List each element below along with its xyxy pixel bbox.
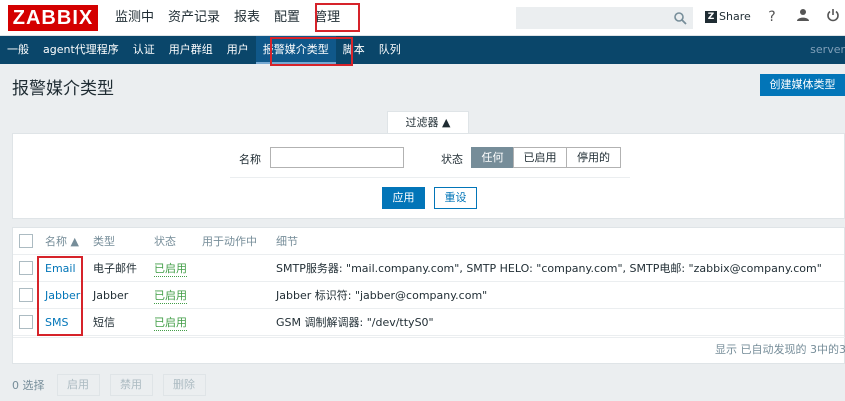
main-nav-inventory[interactable]: 资产记录	[161, 0, 227, 36]
column-name-sort[interactable]: 名称 ▲	[45, 228, 79, 255]
sub-nav-proxies[interactable]: agent代理程序	[36, 36, 126, 64]
table-row: Email 电子邮件 已启用 SMTP服务器: "mail.company.co…	[13, 255, 844, 282]
search-input[interactable]	[517, 8, 667, 28]
search-icon[interactable]	[673, 11, 687, 25]
user-profile-icon[interactable]	[794, 8, 812, 26]
sub-nav-user-groups[interactable]: 用户群组	[162, 36, 220, 64]
filter-name-label: 名称	[239, 153, 261, 166]
status-toggle-link[interactable]: 已启用	[154, 289, 187, 304]
select-all-checkbox[interactable]	[19, 234, 33, 248]
sub-nav-scripts[interactable]: 脚本	[336, 36, 372, 64]
sub-nav-users[interactable]: 用户	[220, 36, 256, 64]
main-nav-reports[interactable]: 报表	[227, 0, 267, 36]
column-used-in-actions: 用于动作中	[202, 235, 257, 248]
search-box	[516, 7, 693, 29]
filter-tab[interactable]: 过滤器 ▲	[387, 111, 469, 134]
result-count: 显示 已自动发现的 3中的3	[715, 343, 845, 356]
main-nav-administration[interactable]: 管理	[307, 0, 347, 36]
mass-delete-button[interactable]: 删除	[162, 374, 206, 396]
table-row: Jabber Jabber 已启用 Jabber 标识符: "jabber@co…	[13, 282, 844, 309]
sub-nav-general[interactable]: 一般	[0, 36, 36, 64]
sub-nav: 一般 agent代理程序 认证 用户群组 用户 报警媒介类型 脚本 队列	[0, 36, 845, 64]
sign-out-icon[interactable]	[824, 8, 842, 26]
help-icon[interactable]: ?	[763, 8, 781, 26]
media-type-name-link[interactable]: SMS	[45, 309, 68, 336]
media-type-type: 电子邮件	[93, 262, 137, 275]
table-row: SMS 短信 已启用 GSM 调制解调器: "/dev/ttyS0"	[13, 309, 844, 336]
status-option-any[interactable]: 任何	[471, 147, 514, 168]
table-header: 名称 ▲ 类型 状态 用于动作中 细节	[13, 228, 844, 255]
main-nav-monitoring[interactable]: 监测中	[108, 0, 161, 36]
filter-divider	[230, 177, 630, 178]
media-types-table: 名称 ▲ 类型 状态 用于动作中 细节 Email 电子邮件 已启用 SMTP服…	[12, 227, 845, 364]
column-type-sort[interactable]: 类型	[93, 228, 115, 255]
main-nav: 监测中 资产记录 报表 配置 管理	[108, 0, 347, 36]
table-footer: 显示 已自动发现的 3中的3	[13, 337, 845, 361]
top-bar: ZABBIX 监测中 资产记录 报表 配置 管理 Z Share ?	[0, 0, 845, 36]
media-type-name-link[interactable]: Email	[45, 255, 76, 282]
status-cell: 已启用	[154, 255, 187, 282]
filter-name-input[interactable]	[270, 147, 404, 168]
status-cell: 已启用	[154, 309, 187, 336]
filter-panel: 名称 状态 任何 已启用 停用的 应用 重设	[12, 133, 845, 219]
column-details: 细节	[276, 235, 298, 248]
sub-nav-media-types[interactable]: 报警媒介类型	[255, 36, 336, 64]
share-label: Share	[719, 10, 751, 23]
mass-actions: 0 选择 启用 禁用 删除	[12, 374, 216, 396]
server-name: server	[810, 43, 845, 56]
status-option-disabled[interactable]: 停用的	[566, 147, 621, 168]
zabbix-logo[interactable]: ZABBIX	[8, 5, 98, 31]
selected-count: 0 选择	[12, 379, 45, 392]
media-type-details: Jabber 标识符: "jabber@company.com"	[276, 289, 488, 302]
mass-enable-button[interactable]: 启用	[56, 374, 100, 396]
sub-nav-queue[interactable]: 队列	[372, 36, 408, 64]
status-toggle-link[interactable]: 已启用	[154, 316, 187, 331]
page-header: 报警媒介类型	[0, 64, 845, 106]
power-icon	[827, 9, 839, 22]
status-option-enabled[interactable]: 已启用	[513, 147, 567, 168]
filter-status-label: 状态	[441, 153, 463, 166]
media-type-type: 短信	[93, 316, 115, 329]
row-checkbox[interactable]	[19, 288, 33, 302]
media-type-details: GSM 调制解调器: "/dev/ttyS0"	[276, 316, 434, 329]
row-checkbox[interactable]	[19, 315, 33, 329]
row-checkbox[interactable]	[19, 261, 33, 275]
column-status: 状态	[154, 235, 176, 248]
reset-button[interactable]: 重设	[434, 187, 477, 209]
share-link[interactable]: Z Share	[705, 10, 751, 23]
sub-nav-authentication[interactable]: 认证	[126, 36, 162, 64]
zabbix-share-icon: Z	[705, 10, 717, 23]
media-type-details: SMTP服务器: "mail.company.com", SMTP HELO: …	[276, 262, 822, 275]
create-media-type-button[interactable]: 创建媒体类型	[760, 74, 845, 96]
user-icon	[797, 9, 809, 21]
main-nav-configuration[interactable]: 配置	[267, 0, 307, 36]
media-type-name-link[interactable]: Jabber	[45, 282, 80, 309]
status-cell: 已启用	[154, 282, 187, 309]
apply-button[interactable]: 应用	[382, 187, 425, 209]
media-type-type: Jabber	[93, 289, 129, 302]
page-title: 报警媒介类型	[12, 79, 114, 99]
status-toggle-link[interactable]: 已启用	[154, 262, 187, 277]
mass-disable-button[interactable]: 禁用	[109, 374, 153, 396]
